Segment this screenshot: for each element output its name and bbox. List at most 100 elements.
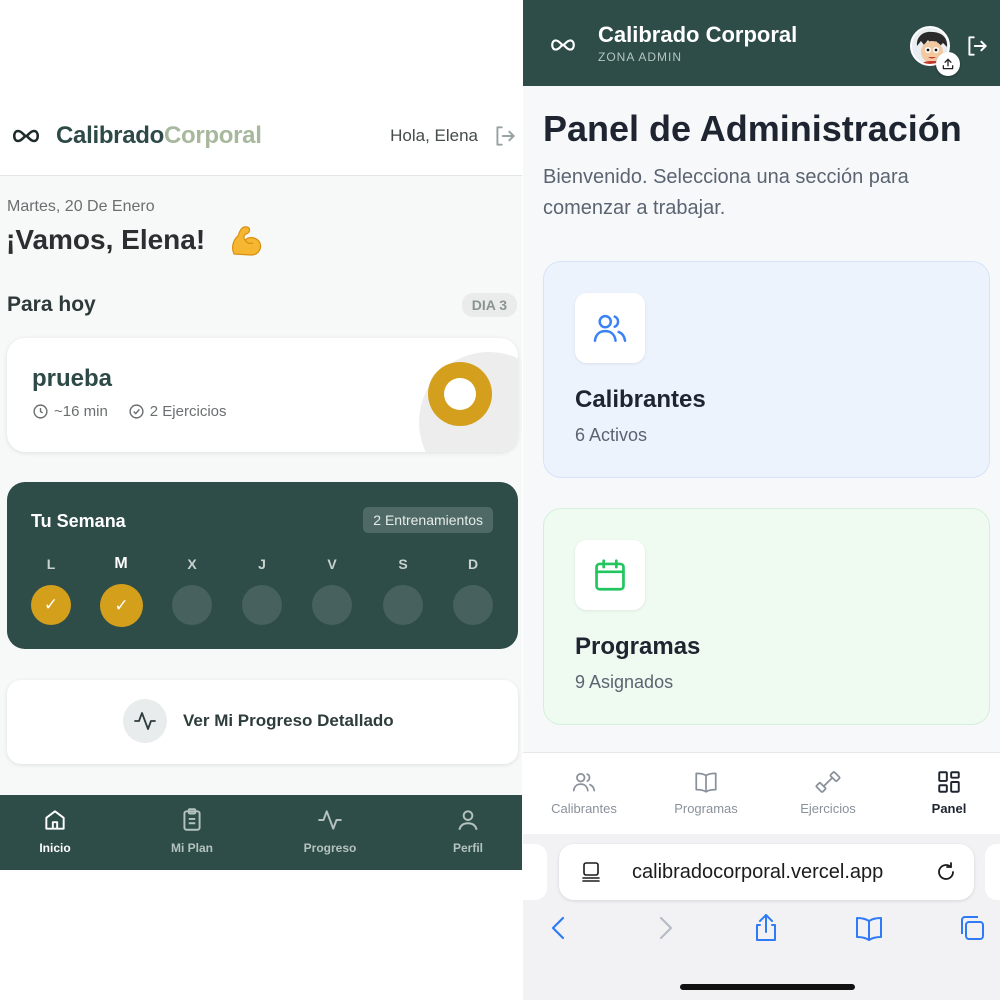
day-label-j: J (258, 556, 266, 572)
day-status-v (312, 585, 352, 625)
workout-name: prueba (32, 365, 113, 392)
page-lead: Bienvenido. Selecciona una sección para … (543, 166, 909, 219)
book-open-icon (695, 772, 717, 793)
week-title: Tu Semana (31, 511, 126, 531)
view-progress-label: Ver Mi Progreso Detallado (183, 711, 394, 730)
day-label-x: X (187, 556, 197, 572)
users-icon (593, 314, 627, 342)
nav-mi-plan-label: Mi Plan (170, 841, 213, 855)
workouts-count-badge: 2 Entrenamientos (363, 507, 493, 533)
logout-icon[interactable] (492, 123, 518, 149)
home-indicator (680, 984, 855, 990)
activity-icon (318, 810, 342, 830)
day-status-s (383, 585, 423, 625)
greeting-text: Hola, Elena (390, 126, 478, 145)
todays-workout-card[interactable]: prueba ~16 min 2 Ejercicios (7, 338, 518, 452)
programas-card[interactable]: Programas 9 Asignados (543, 508, 990, 725)
page-title: Panel de Administración (543, 108, 962, 149)
calibrantes-title: Calibrantes (575, 386, 706, 413)
workout-exercises: 2 Ejercicios (149, 403, 227, 420)
dumbbell-icon (815, 771, 841, 793)
bottom-nav: Inicio Mi Plan Progreso Perfil (0, 795, 522, 870)
clipboard-icon (183, 808, 201, 831)
workout-duration: ~16 min (54, 403, 108, 420)
logout-icon[interactable] (964, 33, 990, 59)
user-icon (458, 810, 478, 831)
view-progress-button[interactable]: Ver Mi Progreso Detallado (7, 680, 518, 764)
day-label-v: V (327, 556, 337, 572)
tab-calibrantes[interactable]: Calibrantes (529, 769, 639, 816)
programas-icon-box (575, 540, 645, 610)
reload-icon[interactable] (934, 860, 958, 884)
day-status-j (242, 585, 282, 625)
nav-inicio[interactable]: Inicio (15, 807, 95, 855)
home-icon (45, 810, 65, 830)
infinity-logo-icon (551, 39, 575, 51)
nav-progreso-label: Progreso (303, 841, 357, 855)
current-date: Martes, 20 De Enero (7, 198, 155, 215)
browser-toolbar: calibradocorporal.vercel.app (523, 834, 1000, 1000)
programas-title: Programas (575, 633, 701, 660)
day-badge: DIA 3 (461, 293, 517, 317)
week-tracker-card: Tu Semana 2 Entrenamientos L M X J V S D… (7, 482, 518, 649)
day-label-l: L (46, 556, 56, 572)
brand-part-1: Calibrado (56, 122, 164, 149)
back-icon[interactable] (543, 912, 575, 944)
right-screen: Calibrado Corporal ZONA ADMIN Panel de A… (523, 0, 1000, 1000)
check-circle-icon (129, 404, 144, 419)
day-status-l: ✓ (31, 585, 71, 625)
brand-name: CalibradoCorporal (56, 122, 262, 150)
motivation-heading: ¡Vamos, Elena! (6, 224, 206, 255)
day-status-m: ✓ (100, 584, 143, 627)
day-label-s: S (398, 556, 408, 572)
address-bar[interactable]: calibradocorporal.vercel.app (559, 844, 974, 900)
admin-tabbar: Calibrantes Programas Ejercicios Panel (523, 752, 1000, 834)
page-menu-icon[interactable] (579, 860, 603, 884)
calibrantes-icon-box (575, 293, 645, 363)
tab-programas-label: Programas (674, 801, 738, 816)
brand-part-2: Corporal (163, 122, 262, 149)
tab-panel-label: Panel (931, 801, 967, 816)
tab-panel[interactable]: Panel (894, 769, 1000, 816)
nav-mi-plan[interactable]: Mi Plan (152, 807, 232, 855)
tab-ejercicios-label: Ejercicios (800, 801, 856, 816)
share-icon[interactable] (750, 912, 782, 944)
upload-icon (942, 58, 954, 70)
dashboard-icon (938, 771, 960, 793)
left-screen: CalibradoCorporal Hola, Elena Martes, 20… (0, 0, 522, 1000)
forward-icon[interactable] (649, 912, 681, 944)
url-text: calibradocorporal.vercel.app (632, 861, 884, 883)
admin-title: Calibrado Corporal (598, 22, 798, 47)
calibrantes-count: 6 Activos (575, 425, 648, 445)
nav-progreso[interactable]: Progreso (290, 807, 370, 855)
calibrantes-card[interactable]: Calibrantes 6 Activos (543, 261, 990, 478)
bookmarks-icon[interactable] (853, 912, 885, 944)
calendar-icon (595, 559, 625, 591)
tab-calibrantes-label: Calibrantes (551, 801, 617, 816)
infinity-logo-icon (12, 129, 40, 143)
start-workout-button[interactable] (428, 362, 492, 426)
tab-programas[interactable]: Programas (651, 769, 761, 816)
nav-inicio-label: Inicio (39, 841, 71, 855)
workout-meta: ~16 min 2 Ejercicios (32, 403, 227, 420)
day-label-m: M (114, 555, 128, 572)
programas-count: 9 Asignados (575, 672, 674, 692)
app-header: CalibradoCorporal Hola, Elena (0, 100, 522, 176)
athlete-app: CalibradoCorporal Hola, Elena Martes, 20… (0, 100, 522, 870)
next-tab-preview[interactable] (985, 844, 1000, 900)
admin-subtitle: ZONA ADMIN (598, 50, 683, 64)
day-status-d (453, 585, 493, 625)
upload-photo-button[interactable] (936, 52, 960, 76)
previous-tab-preview[interactable] (523, 844, 547, 900)
tabs-icon[interactable] (956, 912, 988, 944)
activity-icon-wrap (123, 699, 167, 743)
tab-ejercicios[interactable]: Ejercicios (773, 769, 883, 816)
users-icon (572, 773, 596, 792)
day-label-d: D (467, 556, 479, 572)
today-section-title: Para hoy (7, 293, 96, 316)
check-icon: ✓ (43, 595, 59, 614)
clock-icon (33, 404, 48, 419)
nav-perfil[interactable]: Perfil (428, 807, 508, 855)
flexed-biceps-icon (232, 226, 262, 256)
check-icon: ✓ (114, 595, 129, 615)
